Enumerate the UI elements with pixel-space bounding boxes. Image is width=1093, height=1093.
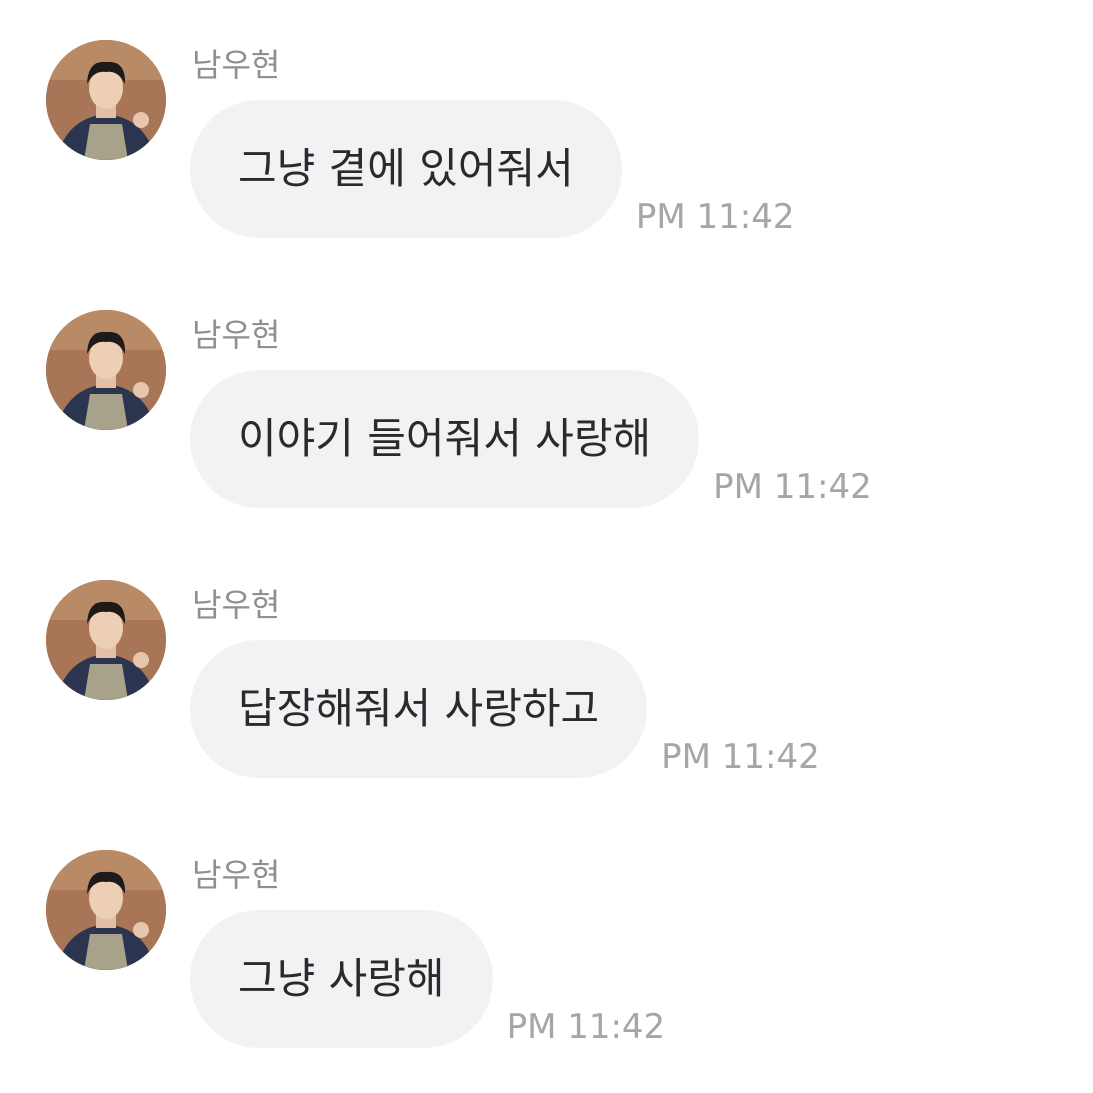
profile-photo-icon <box>46 310 166 430</box>
avatar[interactable] <box>46 40 166 160</box>
avatar[interactable] <box>46 850 166 970</box>
profile-photo-icon <box>46 40 166 160</box>
avatar[interactable] <box>46 580 166 700</box>
message-time: PM 11:42 <box>635 197 795 237</box>
message-row: 이야기 들어줘서 사랑해 PM 11:42 <box>190 370 872 508</box>
message-time: PM 11:42 <box>713 467 872 507</box>
message-row: 그냥 곁에 있어줘서 PM 11:42 <box>190 100 794 238</box>
message-bubble[interactable]: 이야기 들어줘서 사랑해 <box>190 370 700 508</box>
message-row: 답장해줘서 사랑하고 PM 11:42 <box>190 640 820 778</box>
avatar[interactable] <box>46 310 166 430</box>
message-bubble[interactable]: 답장해줘서 사랑하고 <box>190 640 648 778</box>
chat-message: 남우현 답장해줘서 사랑하고 PM 11:42 <box>0 580 1093 790</box>
message-time: PM 11:42 <box>661 737 820 777</box>
sender-name: 남우현 <box>192 586 281 624</box>
sender-name: 남우현 <box>192 856 281 894</box>
chat-message: 남우현 그냥 사랑해 PM 11:42 <box>0 850 1093 1060</box>
sender-name: 남우현 <box>192 316 281 354</box>
message-row: 그냥 사랑해 PM 11:42 <box>190 910 665 1048</box>
chat-message: 남우현 이야기 들어줘서 사랑해 PM 11:42 <box>0 310 1093 520</box>
message-bubble[interactable]: 그냥 사랑해 <box>190 910 493 1048</box>
message-time: PM 11:42 <box>506 1007 666 1047</box>
chat-message: 남우현 그냥 곁에 있어줘서 PM 11:42 <box>0 40 1093 250</box>
message-bubble[interactable]: 그냥 곁에 있어줘서 <box>190 100 622 238</box>
sender-name: 남우현 <box>192 46 281 84</box>
profile-photo-icon <box>46 850 166 970</box>
profile-photo-icon <box>46 580 166 700</box>
